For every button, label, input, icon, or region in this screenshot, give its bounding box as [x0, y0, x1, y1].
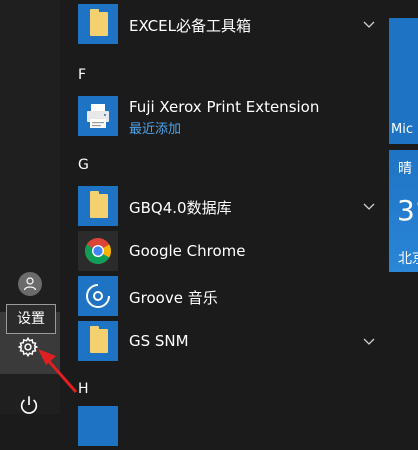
list-item-groove-music[interactable]: Groove 音乐	[78, 276, 360, 320]
live-tiles: Mic 晴 3° 北京	[378, 0, 418, 414]
chevron-down-icon[interactable]	[362, 334, 376, 348]
chevron-down-icon[interactable]	[362, 17, 376, 31]
printer-tile	[78, 96, 118, 136]
printer-icon	[87, 104, 109, 128]
list-item-excel-toolbox[interactable]: EXCEL必备工具箱	[78, 4, 375, 48]
list-item-label: GS SNM	[129, 332, 189, 350]
groove-tile	[78, 276, 118, 316]
folder-icon	[90, 191, 108, 218]
folder-tile	[78, 321, 118, 361]
mail-tile-label: Mic	[391, 122, 413, 137]
weather-tile[interactable]: 晴 3° 北京	[389, 150, 418, 272]
list-item-gbq[interactable]: GBQ4.0数据库	[78, 186, 375, 230]
chrome-tile	[78, 231, 118, 271]
start-menu-rail: 设置	[0, 0, 60, 414]
list-item-label: Google Chrome	[129, 242, 246, 260]
list-item-label: Groove 音乐	[129, 289, 218, 307]
list-item-label: Fuji Xerox Print Extension	[129, 98, 320, 116]
list-item-label: GBQ4.0数据库	[129, 199, 232, 217]
weather-temperature: 3°	[397, 194, 418, 227]
list-item-gs-snm[interactable]: GS SNM	[78, 321, 375, 365]
section-letter-f[interactable]: F	[78, 67, 86, 83]
power-icon[interactable]	[18, 394, 40, 416]
folder-tile	[78, 406, 118, 446]
list-item-label: EXCEL必备工具箱	[129, 17, 251, 35]
folder-tile	[78, 4, 118, 44]
section-letter-g[interactable]: G	[78, 157, 89, 173]
chevron-down-icon[interactable]	[362, 199, 376, 213]
recently-added-badge: 最近添加	[129, 122, 182, 137]
user-avatar-button[interactable]	[18, 272, 42, 296]
groove-icon	[86, 283, 111, 308]
mail-tile[interactable]: Mic	[389, 18, 418, 144]
settings-tooltip: 设置	[6, 304, 56, 334]
user-icon	[23, 277, 37, 291]
weather-city: 北京	[398, 251, 418, 267]
gear-icon[interactable]	[17, 336, 39, 358]
folder-icon	[90, 326, 108, 353]
list-item-google-chrome[interactable]: Google Chrome	[78, 231, 360, 275]
app-list: EXCEL必备工具箱 F Fuji Xerox Print Extension …	[60, 0, 378, 446]
folder-tile	[78, 186, 118, 226]
chrome-icon	[84, 238, 112, 265]
list-item-fuji-xerox[interactable]: Fuji Xerox Print Extension 最近添加	[78, 96, 360, 140]
list-item-partial[interactable]	[78, 406, 360, 450]
section-letter-h[interactable]: H	[78, 381, 89, 397]
folder-icon	[90, 9, 108, 36]
weather-condition: 晴	[398, 161, 412, 177]
